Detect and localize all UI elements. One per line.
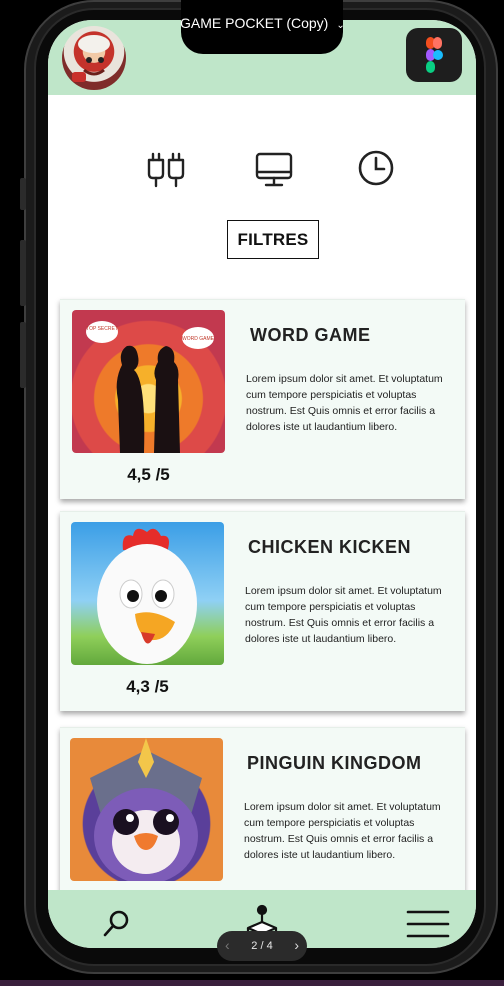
game-description: Lorem ipsum dolor sit amet. Et voluptatu… <box>245 585 442 645</box>
game-thumbnail <box>70 738 223 881</box>
cables-icon[interactable] <box>144 150 188 190</box>
bubble-left-text: TOP SECRET <box>86 326 118 332</box>
prototype-pager: ‹ 2 / 4 › <box>217 931 307 961</box>
game-card-word-game[interactable]: TOP SECRET WORD GAME 4,5 /5 WORD GAME Lo… <box>60 299 465 499</box>
search-icon[interactable] <box>100 908 132 940</box>
game-thumbnail <box>71 522 224 665</box>
file-title-text: GAME POCKET (Copy) <box>180 15 329 31</box>
figma-logo-icon[interactable] <box>406 28 462 82</box>
avatar[interactable] <box>62 26 126 90</box>
bubble-right-text: WORD GAME <box>182 336 215 342</box>
game-description: Lorem ipsum dolor sit amet. Et voluptatu… <box>244 801 441 861</box>
game-title: WORD GAME <box>250 325 371 345</box>
app-screen: FILTRES TOP SECRET WORD GAME 4,5 /5 WORD… <box>48 20 476 948</box>
next-frame-button[interactable]: › <box>294 937 299 953</box>
chef-avatar-icon <box>72 35 110 82</box>
chevron-down-icon[interactable]: ⌄ <box>336 20 344 31</box>
bottom-strip <box>0 980 504 986</box>
menu-icon[interactable] <box>406 910 450 938</box>
game-title: CHICKEN KICKEN <box>248 537 412 557</box>
filter-button[interactable]: FILTRES <box>227 220 319 259</box>
game-thumbnail: TOP SECRET WORD GAME <box>72 310 225 453</box>
clock-icon[interactable] <box>354 148 398 188</box>
game-description: Lorem ipsum dolor sit amet. Et voluptatu… <box>246 373 443 433</box>
side-button-volume-up <box>20 240 26 306</box>
side-button-volume-down <box>20 322 26 388</box>
monitor-icon[interactable] <box>252 150 296 190</box>
game-rating: 4,5 /5 <box>127 465 170 484</box>
game-title: PINGUIN KINGDOM <box>247 753 422 773</box>
game-card-chicken-kicken[interactable]: 4,3 /5 CHICKEN KICKEN Lorem ipsum dolor … <box>60 511 465 711</box>
figma-file-title[interactable]: GAME POCKET (Copy) ⌄ <box>180 15 360 33</box>
side-button-silent <box>20 178 26 210</box>
game-rating: 4,3 /5 <box>126 677 169 696</box>
